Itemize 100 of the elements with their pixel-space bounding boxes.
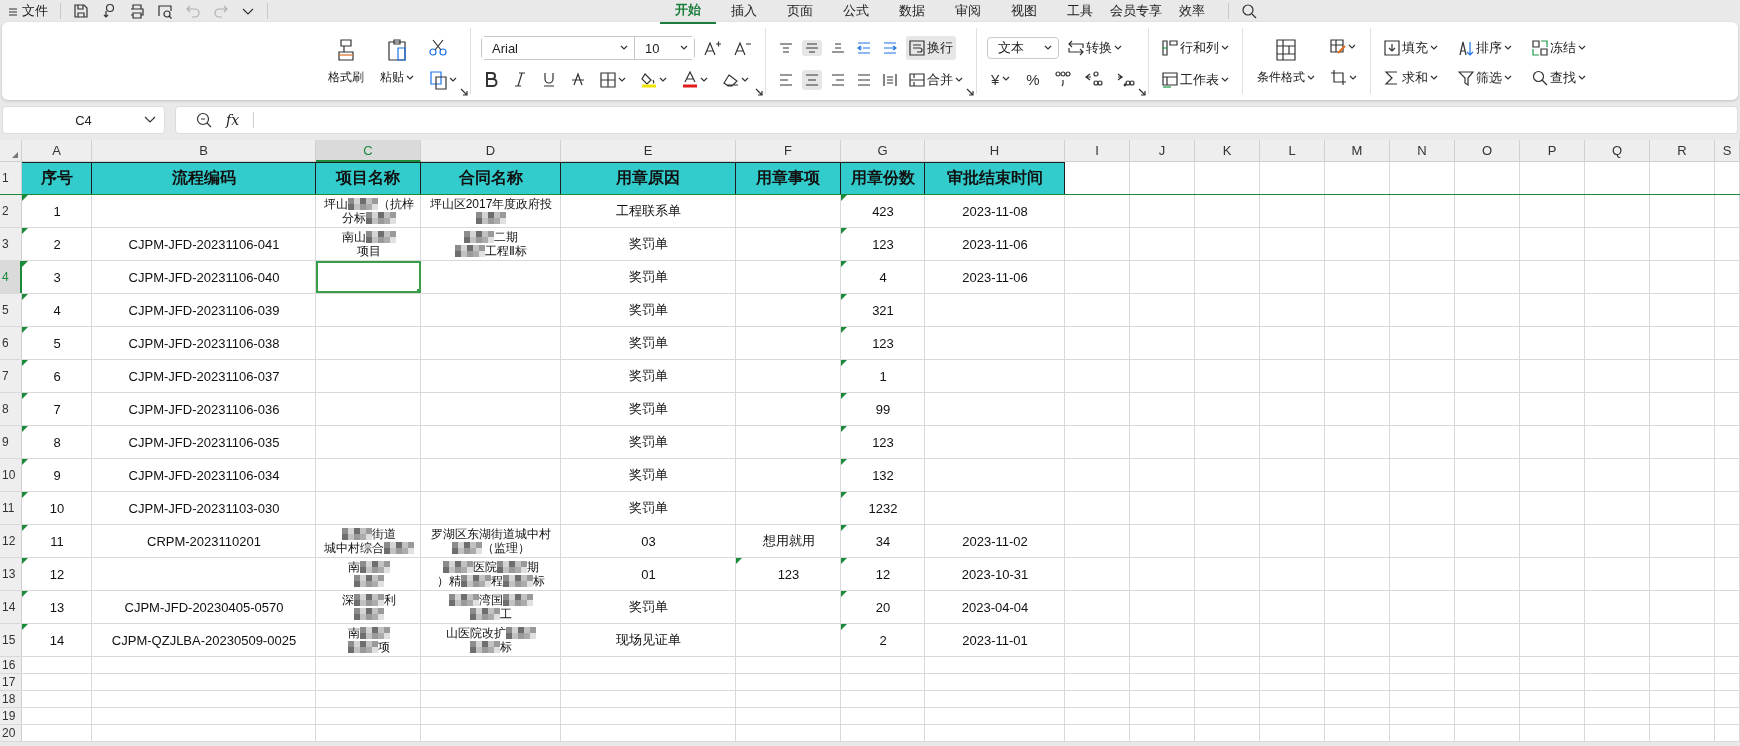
- column-header[interactable]: M: [1325, 140, 1390, 162]
- ribbon-tab[interactable]: 页面: [772, 0, 828, 24]
- table-cell: 2023-11-06: [962, 236, 1028, 252]
- table-cell: 132: [872, 467, 894, 483]
- formula-input[interactable]: fx: [175, 106, 1738, 134]
- table-cell: 03: [641, 533, 656, 549]
- ribbon-tab[interactable]: 审阅: [940, 0, 996, 24]
- table-cell: 奖罚单: [629, 400, 668, 418]
- column-header[interactable]: L: [1260, 140, 1325, 162]
- search-icon[interactable]: [1241, 3, 1257, 19]
- format-painter-button[interactable]: 格式刷: [324, 36, 368, 88]
- dialog-launcher-icon[interactable]: [1137, 88, 1146, 96]
- align-middle-button[interactable]: [802, 40, 822, 56]
- zoom-icon[interactable]: [196, 112, 212, 128]
- row-header[interactable]: 18: [0, 691, 22, 707]
- column-header[interactable]: O: [1455, 140, 1520, 162]
- fill-button[interactable]: 填充: [1380, 36, 1441, 60]
- row-header[interactable]: 13: [0, 558, 22, 590]
- row-header[interactable]: 15: [0, 624, 22, 656]
- ribbon-tab[interactable]: 工具: [1052, 0, 1108, 24]
- print-icon[interactable]: [129, 3, 145, 19]
- selected-cell[interactable]: [316, 261, 421, 293]
- merge-cells-button[interactable]: 合并: [906, 68, 966, 92]
- row-header[interactable]: 9: [0, 426, 22, 458]
- row-header[interactable]: 3: [0, 228, 22, 260]
- column-header[interactable]: I: [1065, 140, 1130, 162]
- column-header[interactable]: S: [1715, 140, 1740, 162]
- name-box[interactable]: C4: [2, 106, 165, 134]
- dialog-launcher-icon[interactable]: [966, 88, 974, 96]
- caret-icon: [1002, 76, 1011, 82]
- pixelated-redaction: [503, 575, 533, 587]
- currency-format-button[interactable]: ¥: [987, 70, 1015, 88]
- insert-function-button[interactable]: fx: [226, 112, 240, 128]
- column-header[interactable]: B: [92, 140, 316, 162]
- ribbon-tab[interactable]: 效率: [1164, 0, 1220, 24]
- row-header[interactable]: 2: [0, 195, 22, 227]
- column-header[interactable]: H: [925, 140, 1065, 162]
- select-all-icon[interactable]: [11, 151, 19, 159]
- ribbon-tab[interactable]: 插入: [716, 0, 772, 24]
- column-header[interactable]: D: [421, 140, 561, 162]
- column-header[interactable]: P: [1520, 140, 1585, 162]
- column-header[interactable]: K: [1195, 140, 1260, 162]
- column-header[interactable]: Q: [1585, 140, 1650, 162]
- save-icon[interactable]: [73, 3, 89, 19]
- dialog-launcher-icon[interactable]: [460, 88, 468, 96]
- column-header[interactable]: R: [1650, 140, 1715, 162]
- row-header[interactable]: 8: [0, 393, 22, 425]
- sum-button[interactable]: 求和: [1380, 66, 1441, 90]
- pixelated-redaction: [365, 231, 396, 243]
- row-header[interactable]: 17: [0, 674, 22, 690]
- paste-button[interactable]: 粘贴: [376, 36, 418, 88]
- align-center-button[interactable]: [802, 70, 822, 90]
- row-header[interactable]: 10: [0, 459, 22, 491]
- column-header[interactable]: F: [736, 140, 841, 162]
- ribbon-tab[interactable]: 会员专享: [1108, 0, 1164, 24]
- rows-columns-button[interactable]: 行和列: [1158, 36, 1232, 60]
- row-header[interactable]: 19: [0, 708, 22, 724]
- increase-decimal-icon: [1084, 71, 1103, 87]
- worksheet-button[interactable]: 工作表: [1158, 68, 1232, 92]
- convert-button[interactable]: 转换: [1065, 36, 1125, 60]
- row-header[interactable]: 12: [0, 525, 22, 557]
- percent-format-button[interactable]: %: [1022, 70, 1044, 88]
- ribbon-tab[interactable]: 数据: [884, 0, 940, 24]
- pixelated-redaction: [470, 641, 500, 653]
- sum-icon: [1383, 70, 1400, 86]
- freeze-button[interactable]: 冻结: [1528, 36, 1589, 60]
- align-outdent-icon: [857, 41, 871, 55]
- ribbon-tab[interactable]: 公式: [828, 0, 884, 24]
- column-header[interactable]: N: [1390, 140, 1455, 162]
- column-header[interactable]: G: [841, 140, 925, 162]
- table-cell: 1: [879, 368, 887, 384]
- conditional-format-button[interactable]: 条件格式: [1252, 36, 1319, 88]
- font-size-dropdown[interactable]: 10: [634, 37, 694, 59]
- print-preview-icon[interactable]: [157, 3, 173, 19]
- row-header[interactable]: 14: [0, 591, 22, 623]
- number-format-dropdown[interactable]: 文本: [987, 37, 1059, 59]
- dropdown-icon[interactable]: [241, 6, 255, 16]
- column-header[interactable]: E: [561, 140, 736, 162]
- select-all-button[interactable]: [0, 140, 22, 162]
- row-header[interactable]: 6: [0, 327, 22, 359]
- file-menu[interactable]: 文件: [8, 2, 48, 20]
- ribbon-tab[interactable]: 视图: [996, 0, 1052, 24]
- row-header[interactable]: 16: [0, 657, 22, 673]
- row-header[interactable]: 11: [0, 492, 22, 524]
- column-header[interactable]: J: [1130, 140, 1195, 162]
- rows-columns-icon: [1161, 40, 1178, 56]
- column-header[interactable]: A: [22, 140, 92, 162]
- row-header[interactable]: 20: [0, 725, 22, 741]
- row-header[interactable]: 5: [0, 294, 22, 326]
- export-icon[interactable]: [101, 3, 117, 19]
- dialog-launcher-icon[interactable]: [755, 88, 763, 96]
- find-button[interactable]: 查找: [1528, 66, 1589, 90]
- wrap-text-button[interactable]: 换行: [906, 36, 956, 60]
- table-cell: 奖罚单: [629, 433, 668, 451]
- sort-button[interactable]: 排序: [1454, 36, 1515, 60]
- cell-text: 坪山: [323, 197, 348, 211]
- row-header[interactable]: 7: [0, 360, 22, 392]
- pixelated-redaction: [341, 528, 372, 540]
- row-header[interactable]: 1: [0, 162, 22, 194]
- filter-button[interactable]: 筛选: [1454, 66, 1515, 90]
